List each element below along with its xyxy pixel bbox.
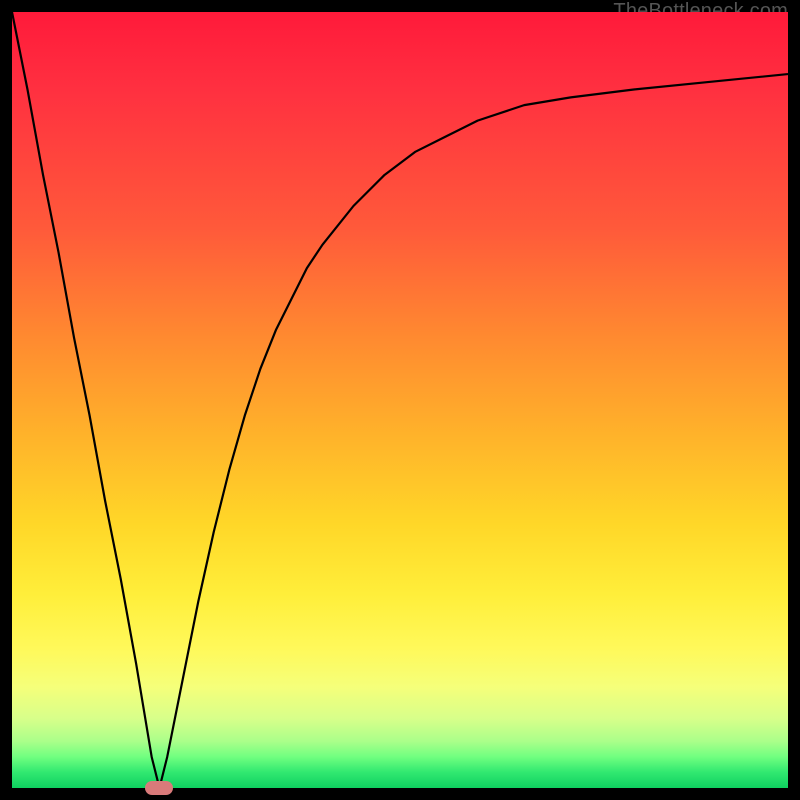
plot-area [12, 12, 788, 788]
chart-container: TheBottleneck.com [0, 0, 800, 800]
curve-svg [12, 12, 788, 788]
minimum-marker [145, 781, 173, 795]
bottleneck-curve [12, 12, 788, 788]
